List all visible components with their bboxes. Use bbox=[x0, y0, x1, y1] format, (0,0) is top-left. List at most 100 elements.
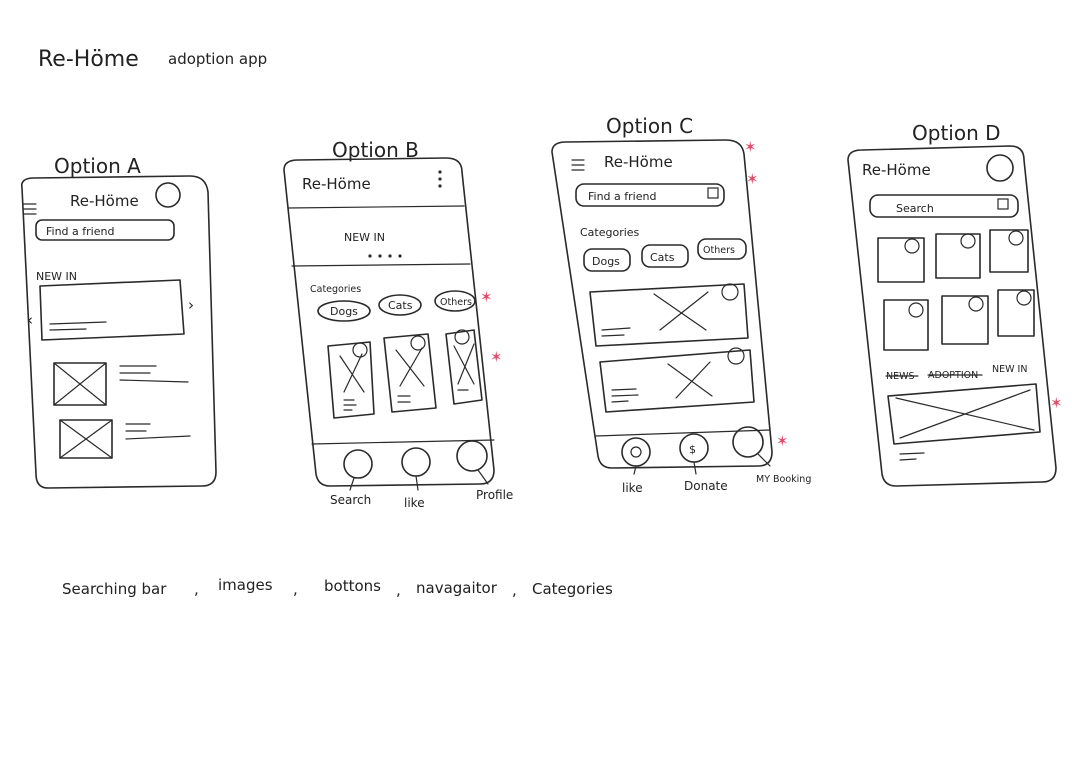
list-item[interactable] bbox=[59, 419, 191, 459]
menu-icon[interactable] bbox=[23, 203, 37, 215]
list-item[interactable] bbox=[53, 362, 189, 406]
svg-text:like: like bbox=[404, 496, 425, 510]
nav-profile-button[interactable]: Profile bbox=[456, 440, 513, 502]
phone-frame-c bbox=[551, 139, 773, 469]
avatar-icon[interactable] bbox=[986, 154, 1014, 182]
heart-icon[interactable] bbox=[352, 342, 368, 358]
heart-icon[interactable] bbox=[721, 283, 739, 301]
footer-item: bottons bbox=[324, 577, 381, 595]
heart-icon[interactable] bbox=[904, 238, 920, 254]
chevron-left-icon[interactable]: ‹ bbox=[27, 311, 33, 329]
brand-title: Re-Höme bbox=[38, 47, 139, 72]
option-c-label: Option C bbox=[606, 114, 693, 138]
category-chip[interactable]: Others bbox=[697, 238, 747, 260]
brand-subtitle: adoption app bbox=[168, 50, 267, 68]
search-placeholder-d: Search bbox=[896, 202, 934, 215]
search-placeholder-a: Find a friend bbox=[46, 225, 114, 238]
svg-text:Donate: Donate bbox=[684, 479, 728, 493]
heart-icon[interactable] bbox=[410, 335, 426, 351]
avatar-icon[interactable] bbox=[155, 182, 181, 208]
heart-icon[interactable] bbox=[908, 302, 924, 318]
grid-item[interactable] bbox=[877, 237, 925, 283]
banner-card[interactable] bbox=[887, 383, 1041, 461]
category-chip[interactable]: Others bbox=[434, 290, 476, 312]
section-title-a: NEW IN bbox=[36, 270, 77, 283]
dollar-icon: $ bbox=[689, 443, 696, 456]
svg-text:Cats: Cats bbox=[650, 251, 675, 264]
categories-label-b: Categories bbox=[310, 284, 361, 295]
footer-item: Searching bar bbox=[62, 580, 167, 598]
pet-card[interactable] bbox=[589, 283, 749, 347]
category-chip[interactable]: Cats bbox=[378, 294, 422, 316]
categories-label-c: Categories bbox=[580, 226, 640, 239]
star-marker: ✶ bbox=[1050, 394, 1063, 412]
heart-icon[interactable] bbox=[1008, 230, 1024, 246]
footer-separator: , bbox=[194, 580, 199, 598]
grid-item[interactable] bbox=[935, 233, 981, 279]
app-name-b: Re-Höme bbox=[302, 175, 371, 193]
search-placeholder-c: Find a friend bbox=[588, 190, 656, 203]
phone-frame-a bbox=[20, 175, 217, 489]
nav-search-button[interactable]: Search bbox=[330, 449, 373, 507]
svg-text:like: like bbox=[622, 481, 643, 495]
footer-item: Categories bbox=[532, 580, 613, 598]
heart-icon bbox=[630, 446, 642, 458]
star-marker: ✶ bbox=[744, 138, 757, 156]
heart-icon[interactable] bbox=[968, 296, 984, 312]
carousel-dots[interactable] bbox=[368, 254, 402, 258]
phone-frame-d bbox=[847, 145, 1057, 487]
section-title-b: NEW IN bbox=[344, 231, 385, 244]
star-marker: ✶ bbox=[490, 348, 503, 366]
nav-like-button[interactable]: like bbox=[621, 437, 651, 495]
grid-item[interactable] bbox=[997, 289, 1035, 337]
app-name-c: Re-Höme bbox=[604, 153, 673, 171]
star-marker: ✶ bbox=[480, 288, 493, 306]
sketch-canvas: Re-Höme adoption app Option A Re-Höme Fi… bbox=[20, 47, 1063, 599]
grid-item[interactable] bbox=[989, 229, 1029, 273]
star-marker: ✶ bbox=[746, 170, 759, 188]
option-a: Option A Re-Höme Find a friend NEW IN ‹ … bbox=[20, 154, 217, 489]
category-chip[interactable]: Dogs bbox=[317, 300, 371, 322]
heart-icon[interactable] bbox=[960, 233, 976, 249]
search-bar-d[interactable] bbox=[869, 194, 1019, 218]
category-chip[interactable]: Dogs bbox=[583, 248, 631, 272]
nav-like-button[interactable]: like bbox=[401, 447, 431, 510]
svg-text:Others: Others bbox=[703, 245, 735, 256]
pet-card[interactable] bbox=[599, 347, 755, 413]
svg-text:Profile: Profile bbox=[476, 488, 513, 502]
pet-card[interactable] bbox=[383, 333, 437, 413]
menu-icon[interactable] bbox=[571, 159, 585, 171]
filter-icon[interactable] bbox=[997, 198, 1009, 210]
grid-item[interactable] bbox=[883, 299, 929, 351]
filter-icon[interactable] bbox=[707, 187, 719, 199]
nav-donate-button[interactable]: $ Donate bbox=[679, 433, 728, 493]
footer-separator: , bbox=[293, 580, 298, 598]
svg-text:Cats: Cats bbox=[388, 299, 413, 312]
chevron-right-icon[interactable]: › bbox=[188, 296, 194, 314]
footer-separator: , bbox=[512, 581, 517, 599]
option-d: Option D Re-Höme Search NEWS ADOPTION NE… bbox=[847, 121, 1063, 487]
pet-card[interactable] bbox=[445, 329, 483, 405]
category-chip[interactable]: Cats bbox=[641, 244, 689, 268]
footer-item: navagaitor bbox=[416, 579, 498, 597]
more-vert-icon[interactable] bbox=[438, 170, 442, 188]
pet-card[interactable] bbox=[327, 341, 375, 419]
footer-item: images bbox=[218, 576, 273, 594]
app-name-a: Re-Höme bbox=[70, 192, 139, 210]
option-b: Option B Re-Höme NEW IN Categories Dogs … bbox=[283, 138, 513, 510]
footer-notes: Searching bar , images , bottons , navag… bbox=[62, 576, 613, 599]
heart-icon[interactable] bbox=[1016, 290, 1032, 306]
svg-text:Search: Search bbox=[330, 493, 371, 507]
svg-text:Others: Others bbox=[440, 297, 472, 308]
tab-new-in[interactable]: NEW IN bbox=[992, 364, 1027, 375]
svg-text:Dogs: Dogs bbox=[592, 255, 620, 268]
pet-grid bbox=[877, 229, 1035, 351]
option-d-label: Option D bbox=[912, 121, 1001, 145]
svg-text:MY Booking: MY Booking bbox=[756, 474, 811, 485]
option-a-label: Option A bbox=[54, 154, 141, 178]
carousel-banner[interactable] bbox=[39, 279, 185, 341]
grid-item[interactable] bbox=[941, 295, 989, 345]
svg-text:Dogs: Dogs bbox=[330, 305, 358, 318]
footer-separator: , bbox=[396, 581, 401, 599]
option-c: Option C Re-Höme ✶ ✶ Find a friend Categ… bbox=[551, 114, 811, 495]
